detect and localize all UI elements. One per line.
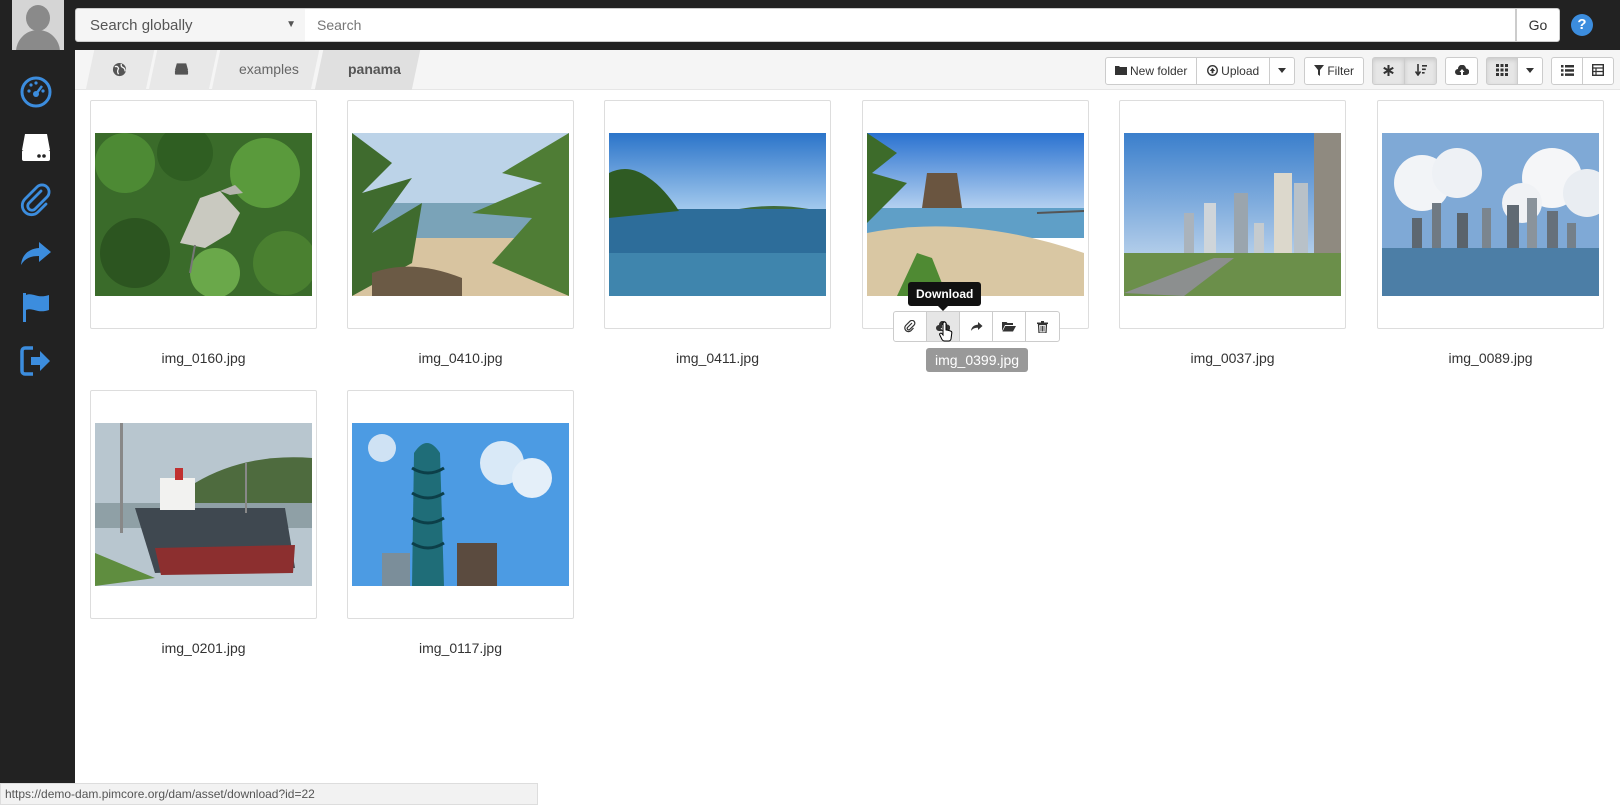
asset-card[interactable] bbox=[604, 100, 831, 329]
attach-button[interactable] bbox=[894, 312, 927, 341]
asset-card[interactable] bbox=[90, 390, 317, 619]
folder-icon bbox=[1114, 66, 1127, 76]
trash-icon bbox=[1037, 320, 1048, 333]
logout-icon[interactable] bbox=[19, 344, 53, 378]
asset-filename[interactable]: img_0037.jpg bbox=[1119, 350, 1346, 366]
filter-button[interactable]: Filter bbox=[1304, 57, 1364, 85]
share-icon bbox=[970, 322, 982, 331]
grid-size-dropdown[interactable] bbox=[1517, 57, 1543, 85]
new-folder-label: New folder bbox=[1129, 64, 1188, 78]
filter-label: Filter bbox=[1327, 64, 1354, 78]
globe-icon bbox=[112, 62, 127, 77]
asset-thumbnail bbox=[95, 423, 312, 586]
asset-action-toolbar bbox=[893, 311, 1060, 342]
drive-icon bbox=[174, 63, 189, 75]
sort-order-button[interactable] bbox=[1404, 57, 1437, 85]
upload-label: Upload bbox=[1221, 64, 1260, 78]
cloud-upload-button[interactable] bbox=[1445, 57, 1478, 85]
new-folder-button[interactable]: New folder bbox=[1105, 57, 1197, 85]
caret-down-icon: ▼ bbox=[286, 19, 296, 30]
hand-cursor-icon bbox=[939, 322, 953, 342]
paperclip-icon[interactable] bbox=[19, 183, 53, 217]
delete-button[interactable] bbox=[1026, 312, 1059, 341]
go-button[interactable]: Go bbox=[1516, 8, 1560, 42]
list-icon bbox=[1560, 64, 1574, 76]
asset-card[interactable] bbox=[1377, 100, 1604, 329]
asset-filename-selected[interactable]: img_0399.jpg bbox=[926, 348, 1029, 372]
asset-card[interactable] bbox=[90, 100, 317, 329]
asset-card[interactable] bbox=[347, 390, 574, 619]
asset-thumbnail bbox=[1382, 133, 1599, 296]
status-bar-url: https://demo-dam.pimcore.org/dam/asset/d… bbox=[0, 783, 538, 805]
asset-filename[interactable]: img_0089.jpg bbox=[1377, 350, 1604, 366]
breadcrumb-label: panama bbox=[348, 61, 401, 77]
dashboard-icon[interactable] bbox=[19, 75, 53, 109]
asset-filename[interactable]: img_0160.jpg bbox=[90, 350, 317, 366]
upload-icon bbox=[1206, 64, 1218, 76]
asset-thumbnail bbox=[867, 133, 1084, 296]
asset-filename[interactable]: img_0117.jpg bbox=[347, 640, 574, 656]
folder-open-icon bbox=[1002, 322, 1016, 332]
sort-default-button[interactable] bbox=[1372, 57, 1405, 85]
top-bar: Search globally ▼ Go ? bbox=[0, 0, 1620, 50]
asset-card[interactable] bbox=[347, 100, 574, 329]
grid-icon bbox=[1496, 64, 1508, 77]
upload-dropdown-button[interactable] bbox=[1269, 57, 1295, 85]
share-icon[interactable] bbox=[19, 236, 53, 270]
asset-thumbnail bbox=[352, 133, 569, 296]
upload-button[interactable]: Upload bbox=[1196, 57, 1270, 85]
asterisk-icon bbox=[1383, 64, 1394, 76]
table-view-button[interactable] bbox=[1582, 57, 1614, 85]
caret-down-icon bbox=[1526, 67, 1534, 73]
filter-icon bbox=[1313, 64, 1324, 76]
download-tooltip: Download bbox=[908, 282, 982, 311]
help-icon[interactable]: ? bbox=[1571, 14, 1593, 36]
asset-thumbnail bbox=[95, 133, 312, 296]
breadcrumb: examples panama New folder Upload Filter bbox=[75, 50, 1620, 90]
asset-filename[interactable]: img_0410.jpg bbox=[347, 350, 574, 366]
grid-view-button[interactable] bbox=[1486, 57, 1518, 85]
sort-desc-icon bbox=[1414, 64, 1427, 77]
cloud-upload-icon bbox=[1454, 64, 1469, 75]
list-view-button[interactable] bbox=[1551, 57, 1583, 85]
asset-filename[interactable]: img_0201.jpg bbox=[90, 640, 317, 656]
asset-thumbnail bbox=[609, 133, 826, 296]
asset-thumbnail bbox=[352, 423, 569, 586]
caret-down-icon bbox=[1278, 67, 1286, 73]
user-avatar[interactable] bbox=[12, 0, 64, 50]
search-input[interactable] bbox=[305, 8, 1516, 42]
paperclip-icon bbox=[904, 320, 916, 333]
breadcrumb-label: examples bbox=[239, 61, 299, 77]
sidebar bbox=[0, 50, 75, 790]
asset-card[interactable] bbox=[1119, 100, 1346, 329]
drive-icon[interactable] bbox=[19, 130, 53, 164]
search-scope-dropdown[interactable]: Search globally ▼ bbox=[75, 8, 306, 42]
share-button[interactable] bbox=[960, 312, 993, 341]
tooltip-text: Download bbox=[916, 287, 974, 301]
asset-filename[interactable]: img_0411.jpg bbox=[604, 350, 831, 366]
open-folder-button[interactable] bbox=[993, 312, 1026, 341]
table-icon bbox=[1591, 64, 1605, 77]
asset-thumbnail bbox=[1124, 133, 1341, 296]
search-scope-label: Search globally bbox=[90, 17, 193, 34]
flag-icon[interactable] bbox=[19, 290, 53, 324]
